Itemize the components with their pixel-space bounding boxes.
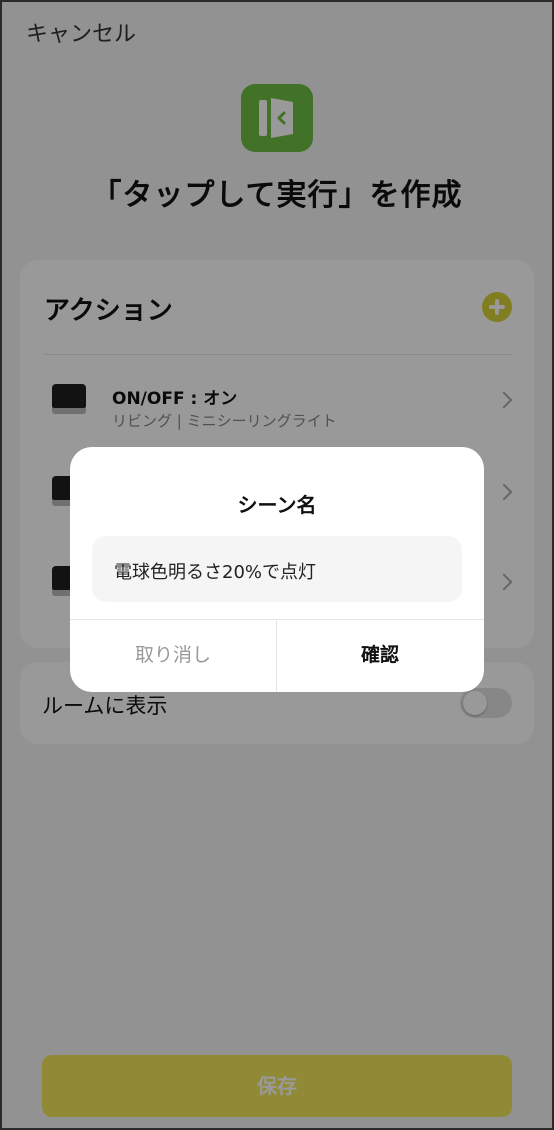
dialog-title: シーン名 (237, 493, 317, 517)
scene-name-input[interactable]: 電球色明るさ20%で点灯 (92, 536, 462, 602)
dialog-confirm-button[interactable]: 確認 (277, 619, 483, 692)
dialog-cancel-button[interactable]: 取り消し (70, 619, 276, 692)
scene-name-dialog: シーン名 電球色明るさ20%で点灯 取り消し 確認 (70, 447, 484, 692)
scene-name-value: 電球色明るさ20%で点灯 (114, 562, 317, 583)
